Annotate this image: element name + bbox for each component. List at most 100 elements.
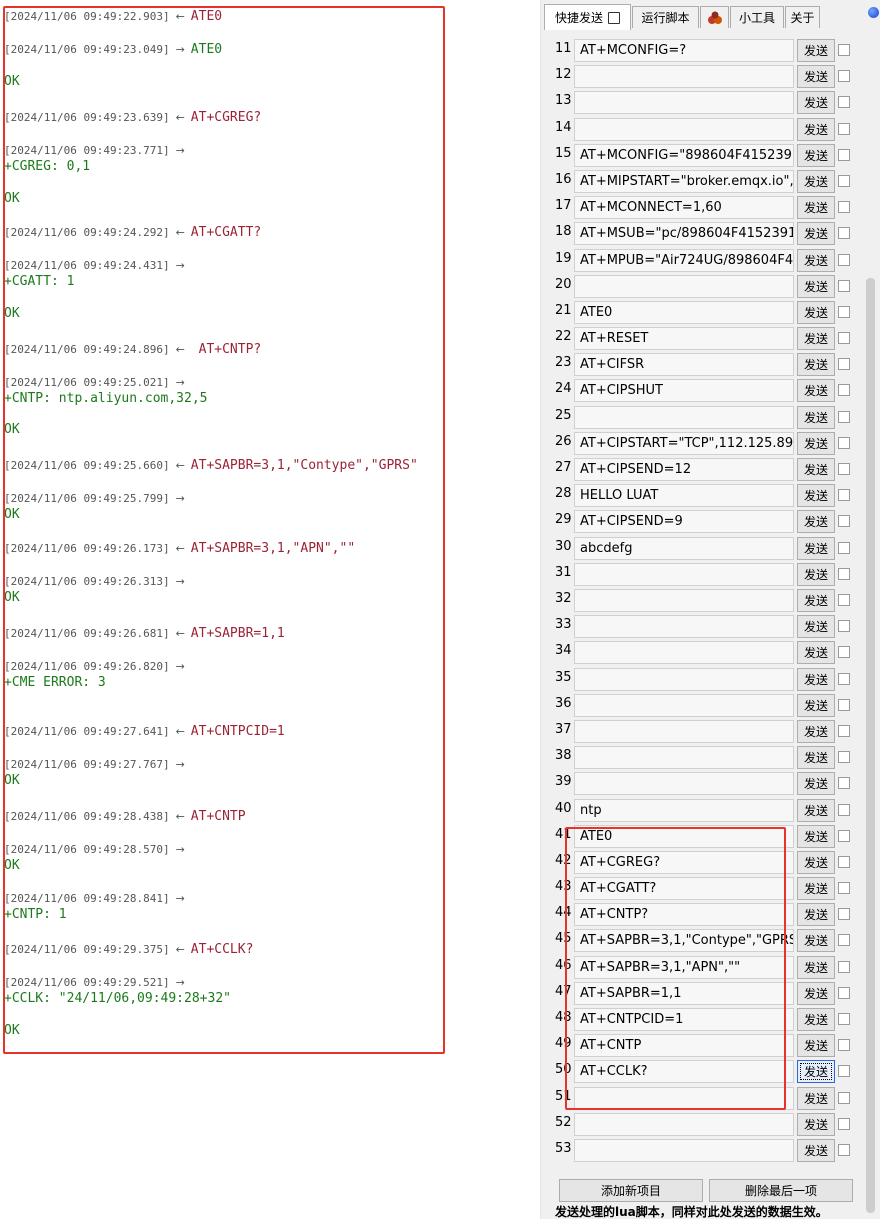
send-button[interactable]: 发送 (797, 222, 835, 246)
row-checkbox[interactable] (838, 384, 850, 397)
command-input[interactable] (574, 1138, 794, 1162)
row-checkbox[interactable] (838, 70, 850, 83)
row-checkbox[interactable] (838, 463, 850, 476)
scrollbar[interactable] (866, 278, 875, 1213)
send-button[interactable]: 发送 (797, 641, 835, 665)
row-checkbox[interactable] (838, 201, 850, 214)
row-checkbox[interactable] (838, 1143, 850, 1156)
command-input[interactable] (574, 117, 794, 141)
row-checkbox[interactable] (838, 227, 850, 240)
command-input[interactable]: AT+CCLK? (574, 1060, 794, 1084)
send-button[interactable]: 发送 (797, 143, 835, 167)
command-input[interactable]: AT+SAPBR=3,1,"Contype","GPRS" (574, 929, 794, 953)
send-button[interactable]: 发送 (797, 274, 835, 298)
command-input[interactable] (574, 65, 794, 89)
send-button[interactable]: 发送 (797, 772, 835, 796)
send-button[interactable]: 发送 (797, 379, 835, 403)
row-checkbox[interactable] (838, 1065, 850, 1078)
command-input[interactable]: AT+SAPBR=3,1,"APN","" (574, 955, 794, 979)
command-input[interactable] (574, 91, 794, 115)
send-button[interactable]: 发送 (797, 353, 835, 377)
send-button[interactable]: 发送 (797, 405, 835, 429)
send-button[interactable]: 发送 (797, 850, 835, 874)
command-input[interactable] (574, 562, 794, 586)
command-input[interactable] (574, 615, 794, 639)
send-button[interactable]: 发送 (797, 667, 835, 691)
command-input[interactable]: AT+MSUB="pc/898604F415239119 (574, 222, 794, 246)
command-input[interactable]: AT+CIPSEND=12 (574, 458, 794, 482)
row-checkbox[interactable] (838, 698, 850, 711)
send-button[interactable]: 发送 (797, 719, 835, 743)
command-input[interactable] (574, 719, 794, 743)
send-button[interactable]: 发送 (797, 65, 835, 89)
send-button[interactable]: 发送 (797, 981, 835, 1005)
command-input[interactable]: AT+MIPSTART="broker.emqx.io","18 (574, 169, 794, 193)
tab-tools[interactable]: 小工具 (730, 6, 784, 28)
command-input[interactable]: AT+CNTP (574, 1034, 794, 1058)
send-button[interactable]: 发送 (797, 1060, 835, 1084)
command-input[interactable]: AT+MCONNECT=1,60 (574, 196, 794, 220)
row-checkbox[interactable] (838, 96, 850, 109)
send-button[interactable]: 发送 (797, 117, 835, 141)
row-checkbox[interactable] (838, 620, 850, 633)
command-input[interactable]: AT+MCONFIG=? (574, 39, 794, 62)
send-button[interactable]: 发送 (797, 877, 835, 901)
command-input[interactable]: AT+CIFSR (574, 353, 794, 377)
tab-about[interactable]: 关于 (785, 6, 820, 28)
tab-plugins[interactable] (700, 6, 729, 28)
command-input[interactable] (574, 693, 794, 717)
command-input[interactable] (574, 1112, 794, 1136)
row-checkbox[interactable] (838, 567, 850, 580)
send-button[interactable]: 发送 (797, 903, 835, 927)
command-input[interactable] (574, 667, 794, 691)
command-input[interactable] (574, 641, 794, 665)
tab-quick-send[interactable]: 快捷发送 (544, 4, 631, 30)
row-checkbox[interactable] (838, 986, 850, 999)
send-button[interactable]: 发送 (797, 39, 835, 62)
row-checkbox[interactable] (838, 1013, 850, 1026)
command-input[interactable]: AT+MPUB="Air724UG/898604F4152 (574, 248, 794, 272)
row-checkbox[interactable] (838, 593, 850, 606)
row-checkbox[interactable] (838, 44, 850, 56)
row-checkbox[interactable] (838, 358, 850, 371)
send-button[interactable]: 发送 (797, 588, 835, 612)
send-button[interactable]: 发送 (797, 91, 835, 115)
row-checkbox[interactable] (838, 803, 850, 816)
command-input[interactable]: ATE0 (574, 300, 794, 324)
row-checkbox[interactable] (838, 541, 850, 554)
command-input[interactable]: AT+CIPSTART="TCP",112.125.89.8,4 (574, 431, 794, 455)
row-checkbox[interactable] (838, 279, 850, 292)
row-checkbox[interactable] (838, 882, 850, 895)
send-button[interactable]: 发送 (797, 484, 835, 508)
row-checkbox[interactable] (838, 253, 850, 266)
command-input[interactable]: AT+RESET (574, 327, 794, 351)
row-checkbox[interactable] (838, 646, 850, 659)
command-input[interactable]: AT+CGATT? (574, 877, 794, 901)
row-checkbox[interactable] (838, 960, 850, 973)
command-input[interactable]: abcdefg (574, 536, 794, 560)
command-input[interactable]: AT+CNTP? (574, 903, 794, 927)
row-checkbox[interactable] (838, 305, 850, 318)
row-checkbox[interactable] (838, 1091, 850, 1104)
command-input[interactable]: HELLO LUAT (574, 484, 794, 508)
row-checkbox[interactable] (838, 724, 850, 737)
command-input[interactable]: ATE0 (574, 824, 794, 848)
row-checkbox[interactable] (838, 777, 850, 790)
command-input[interactable]: AT+CGREG? (574, 850, 794, 874)
serial-log-pane[interactable]: [2024/11/06 09:49:22.903] ← ATE0 [2024/11/0… (0, 0, 540, 1219)
send-button[interactable]: 发送 (797, 693, 835, 717)
row-checkbox[interactable] (838, 829, 850, 842)
row-checkbox[interactable] (838, 751, 850, 764)
add-item-button[interactable]: 添加新项目 (559, 1179, 703, 1202)
delete-last-button[interactable]: 删除最后一项 (709, 1179, 853, 1202)
command-input[interactable] (574, 274, 794, 298)
command-input[interactable]: AT+SAPBR=1,1 (574, 981, 794, 1005)
send-button[interactable]: 发送 (797, 562, 835, 586)
tab-run-script[interactable]: 运行脚本 (632, 6, 699, 28)
command-input[interactable] (574, 772, 794, 796)
row-checkbox[interactable] (838, 489, 850, 502)
send-button[interactable]: 发送 (797, 929, 835, 953)
send-button[interactable]: 发送 (797, 955, 835, 979)
send-button[interactable]: 发送 (797, 824, 835, 848)
command-input[interactable] (574, 1086, 794, 1110)
